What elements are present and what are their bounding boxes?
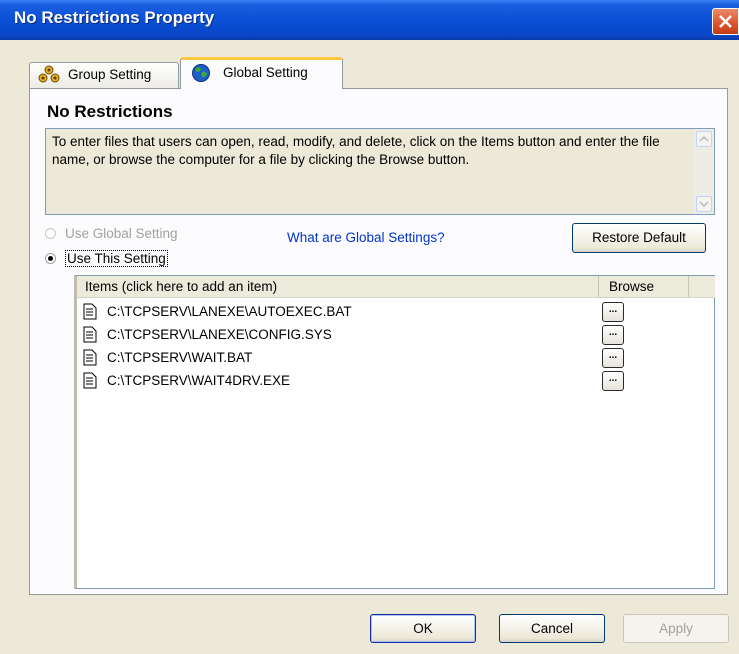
description-text: To enter files that users can open, read…: [52, 134, 660, 167]
tab-group-setting-label: Group Setting: [68, 67, 152, 82]
chevron-up-icon: [699, 135, 709, 142]
use-global-setting-radio[interactable]: Use Global Setting: [45, 226, 178, 241]
description-box: To enter files that users can open, read…: [45, 128, 715, 215]
global-settings-help-link[interactable]: What are Global Settings?: [287, 230, 445, 245]
apply-button[interactable]: Apply: [623, 614, 729, 643]
chevron-down-icon: [699, 201, 709, 208]
use-global-setting-label: Use Global Setting: [65, 226, 178, 241]
close-icon: [719, 15, 732, 28]
browse-button[interactable]: ...: [602, 371, 624, 391]
document-icon: [83, 303, 97, 323]
item-path: C:\TCPSERV\LANEXE\CONFIG.SYS: [107, 327, 332, 342]
item-path: C:\TCPSERV\WAIT4DRV.EXE: [107, 373, 291, 388]
tab-group-setting[interactable]: Group Setting: [29, 62, 179, 88]
items-list[interactable]: Items (click here to add an item) Browse…: [74, 275, 715, 589]
restore-default-button[interactable]: Restore Default: [572, 223, 706, 253]
close-button[interactable]: [712, 8, 739, 35]
item-path: C:\TCPSERV\LANEXE\AUTOEXEC.BAT: [107, 304, 352, 319]
description-scrollbar[interactable]: [694, 129, 714, 214]
scroll-up-button[interactable]: [696, 131, 712, 147]
use-this-setting-label: Use This Setting: [65, 250, 168, 267]
browse-button[interactable]: ...: [602, 348, 624, 368]
browse-button[interactable]: ...: [602, 325, 624, 345]
window-title: No Restrictions Property: [14, 8, 215, 27]
use-this-setting-radio[interactable]: Use This Setting: [45, 250, 168, 267]
scroll-down-button[interactable]: [696, 196, 712, 212]
ok-button[interactable]: OK: [370, 614, 476, 643]
radio-circle-checked: [45, 253, 56, 264]
document-icon: [83, 372, 97, 392]
globe-icon: [191, 63, 211, 86]
group-icon: [37, 65, 61, 88]
item-path: C:\TCPSERV\WAIT.BAT: [107, 350, 253, 365]
panel-heading: No Restrictions: [47, 102, 173, 121]
items-column-header[interactable]: Items (click here to add an item): [77, 276, 599, 297]
document-icon: [83, 349, 97, 369]
title-bar[interactable]: No Restrictions Property: [0, 0, 739, 40]
cancel-button[interactable]: Cancel: [499, 614, 605, 643]
list-header: Items (click here to add an item) Browse: [77, 276, 715, 298]
tab-global-setting[interactable]: Global Setting: [180, 57, 343, 89]
document-icon: [83, 326, 97, 346]
tab-global-setting-label: Global Setting: [223, 65, 308, 80]
browse-column-header[interactable]: Browse: [599, 276, 689, 297]
browse-button[interactable]: ...: [602, 302, 624, 322]
radio-circle: [45, 228, 56, 239]
